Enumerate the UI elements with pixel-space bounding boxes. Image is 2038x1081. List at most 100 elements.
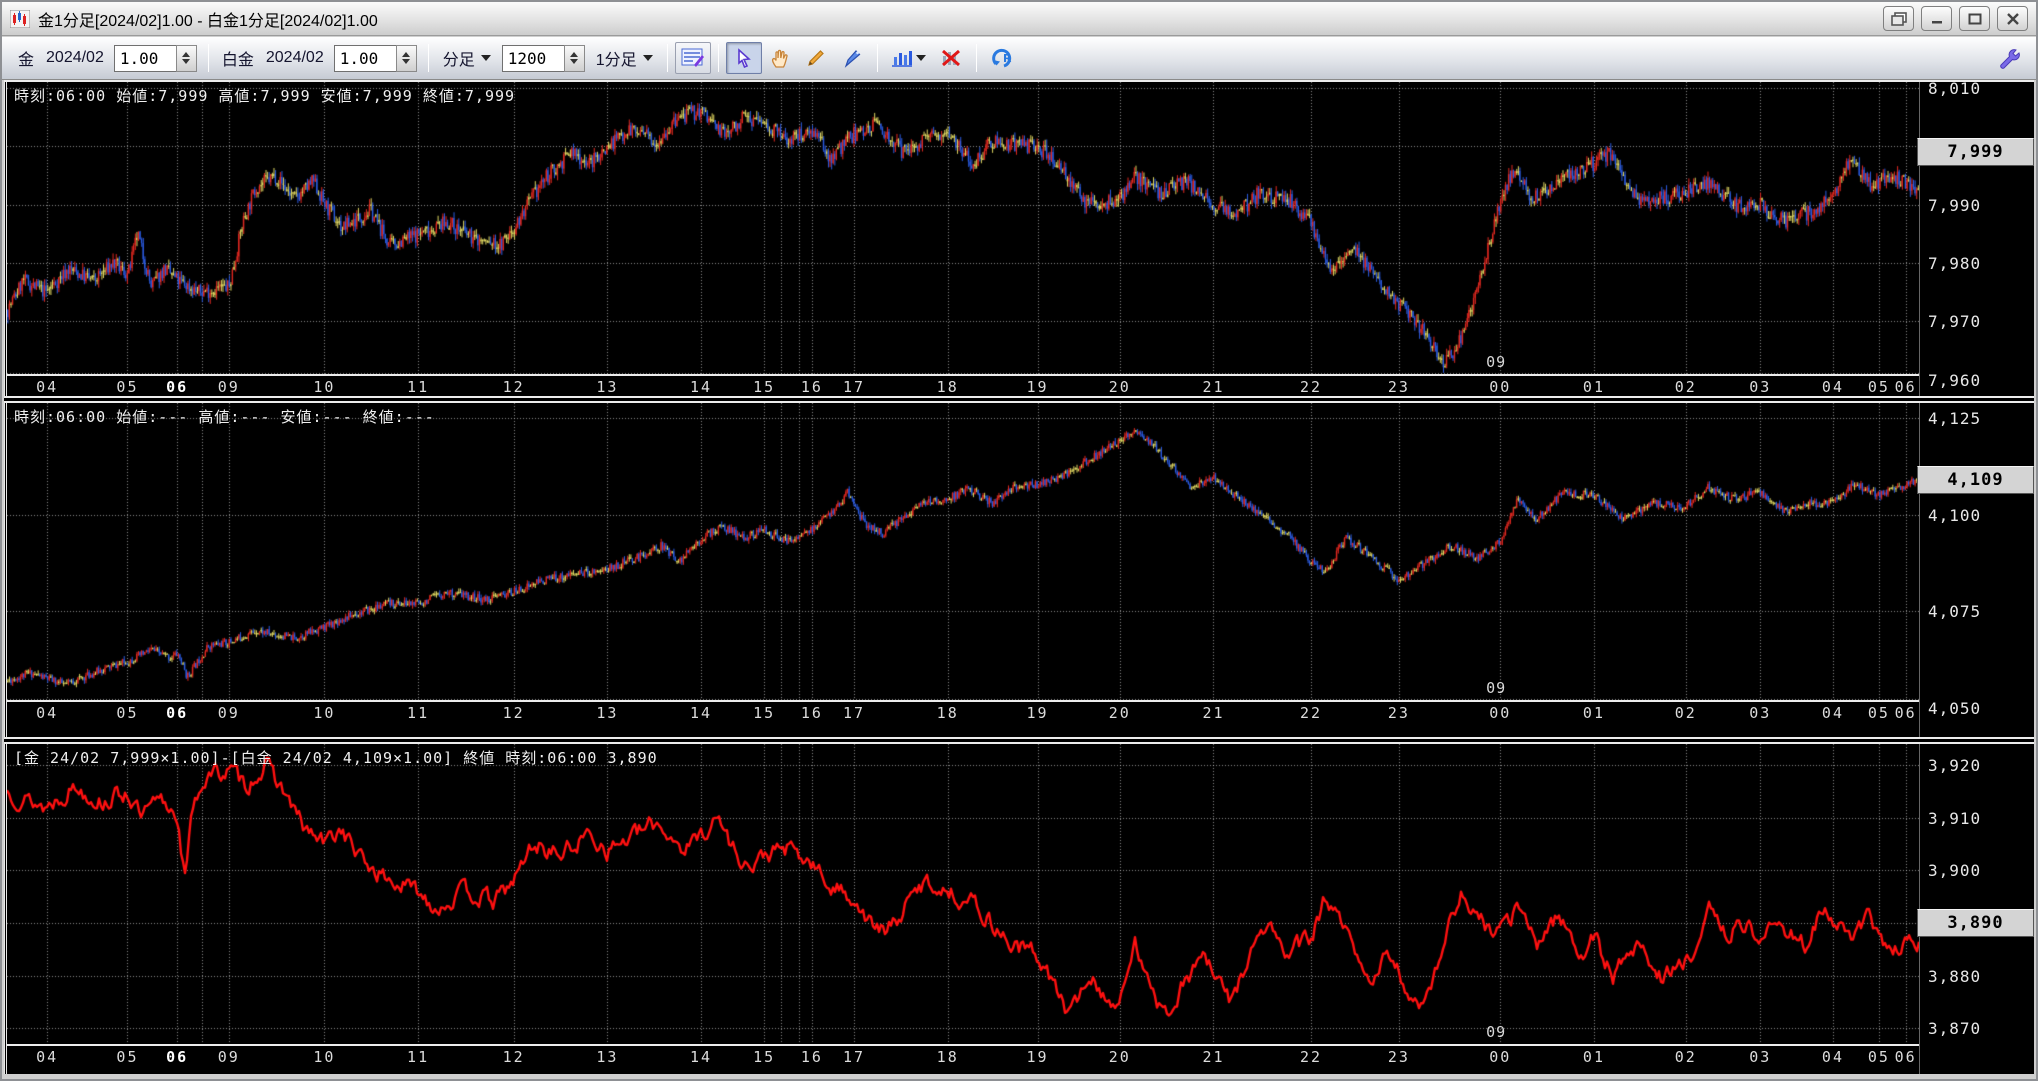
x-tick-label: 05 (1867, 378, 1890, 396)
x-tick-label: 12 (502, 704, 525, 722)
y-tick-label: 4,125 (1928, 409, 1982, 429)
platinum-candlestick-chart[interactable] (7, 403, 1919, 700)
gold-multiplier-input[interactable] (113, 44, 176, 72)
gold-label: 金 (18, 52, 35, 69)
x-tick-label: 21 (1202, 378, 1225, 396)
y-axis: 4,109 4,125 4,100 4,075 4,050 (1917, 403, 2034, 737)
y-tick-label: 7,990 (1928, 195, 1982, 215)
x-tick-label: 06 (1894, 1048, 1917, 1066)
y-tick-label: 3,900 (1928, 861, 1982, 881)
x-tick-label: 05 (1867, 704, 1890, 722)
draw-pencil-button[interactable] (798, 42, 834, 74)
x-tick-label: 01 (1582, 1048, 1605, 1066)
x-tick-label: 20 (1108, 1048, 1131, 1066)
refresh-button[interactable]: R (984, 42, 1020, 74)
gold-multiplier-stepper[interactable] (175, 44, 197, 72)
price-tag: 3,890 (1917, 908, 2034, 937)
toolbar: 金 2024/02 白金 2024/02 分足 1分足 (2, 37, 2036, 80)
x-tick-label: 17 (842, 1048, 866, 1066)
y-tick-label: 7,970 (1928, 312, 1982, 332)
x-tick-label: 04 (36, 1048, 59, 1066)
platinum-multiplier-input[interactable] (333, 44, 396, 72)
x-tick-label: 09 (217, 1048, 240, 1066)
x-axis: 04 05 06 09 10 11 12 13 14 15 16 17 18 19 20 21 22 23 00 01… (7, 1044, 1919, 1074)
x-tick-label: 21 (1202, 704, 1225, 722)
toolbar-separator (207, 44, 209, 72)
x-tick-label: 18 (936, 704, 959, 722)
clear-chart-button[interactable] (933, 42, 969, 74)
wrench-icon (1996, 47, 2020, 69)
x-tick-label: 05 (116, 704, 139, 722)
x-tick-label: 14 (690, 1048, 713, 1066)
spread-line-chart[interactable] (7, 744, 1919, 1044)
bar-chart-icon (891, 48, 913, 68)
y-tick-label: 3,870 (1928, 1019, 1982, 1039)
chart-settings-button[interactable] (674, 42, 711, 74)
date-label: 09 (1486, 679, 1507, 697)
maximize-button[interactable] (1959, 6, 1990, 31)
bar-count-stepper[interactable] (563, 44, 585, 72)
x-axis: 04 05 06 09 10 11 12 13 14 15 16 17 18 19 20 21 22 23 00 01… (7, 700, 1919, 737)
x-tick-label: 17 (842, 378, 866, 396)
x-tick-label: 09 (217, 704, 240, 722)
bar-count-input[interactable] (501, 44, 564, 72)
x-tick-label: 00 (1489, 1048, 1512, 1066)
x-tick-label: 00 (1489, 378, 1512, 396)
cascade-windows-button[interactable] (1883, 6, 1914, 31)
hand-icon (769, 47, 791, 69)
interval-dropdown[interactable]: 分足 (436, 42, 498, 74)
x-tick-label: 11 (407, 1048, 430, 1066)
x-tick-label: 18 (936, 378, 959, 396)
chart-panel-1: 時刻:06:00 始値:7,999 高値:7,999 安値:7,999 終値:7… (4, 78, 2034, 396)
y-tick-label: 4,050 (1928, 698, 1982, 718)
x-tick-label: 23 (1387, 704, 1410, 722)
x-tick-label: 04 (1821, 378, 1844, 396)
price-tag: 4,109 (1917, 466, 2034, 495)
panel-separator[interactable] (4, 396, 2034, 403)
draw-pen-button[interactable] (834, 42, 870, 74)
x-tick-label: 16 (800, 1048, 823, 1066)
x-tick-label: 04 (36, 704, 59, 722)
date-label: 09 (1486, 1023, 1507, 1041)
x-tick-label: 10 (313, 1048, 336, 1066)
toolbar-separator (876, 44, 878, 72)
app-window: 金1分足[2024/02]1.00 - 白金1分足[2024/02]1.00 金… (0, 0, 2038, 1081)
timeframe-dropdown[interactable]: 1分足 (589, 42, 660, 74)
cursor-tool-button[interactable] (725, 42, 762, 74)
minimize-button[interactable] (1921, 6, 1952, 31)
refresh-icon: R (990, 47, 1014, 69)
x-tick-label: 05 (116, 1048, 139, 1066)
x-tick-label: 06 (166, 704, 189, 722)
date-label: 09 (1486, 353, 1507, 371)
panel-separator[interactable] (4, 737, 2034, 744)
x-tick-label: 06 (1894, 378, 1917, 396)
x-tick-label: 13 (596, 704, 619, 722)
chart-panel-3: [金 24/02 7,999×1.00]-[白金 24/02 4,109×1.0… (4, 744, 2034, 1074)
y-tick-label: 4,075 (1928, 602, 1982, 622)
platinum-info-line: 時刻:06:00 始値:--- 高値:--- 安値:--- 終値:--- (14, 408, 435, 426)
x-tick-label: 04 (1821, 1048, 1844, 1066)
x-tick-label: 06 (166, 378, 189, 396)
toolbar-separator (427, 44, 429, 72)
y-tick-label: 8,010 (1928, 78, 1982, 98)
x-tick-label: 04 (1821, 704, 1844, 722)
platinum-multiplier-stepper[interactable] (395, 44, 417, 72)
pan-hand-button[interactable] (762, 42, 798, 74)
x-tick-label: 06 (166, 1048, 189, 1066)
x-tick-label: 02 (1674, 1048, 1697, 1066)
x-tick-label: 01 (1582, 704, 1605, 722)
x-tick-label: 22 (1299, 378, 1322, 396)
close-button[interactable] (1997, 6, 2028, 31)
platinum-label: 白金 (221, 52, 254, 69)
y-axis: 7,999 8,0108,0007,9907,9807,9707,960 (1917, 78, 2034, 396)
x-tick-label: 23 (1387, 1048, 1410, 1066)
settings-wrench-button[interactable] (1990, 42, 2026, 74)
y-tick-label: 3,910 (1928, 808, 1982, 828)
price-tag: 7,999 (1917, 138, 2034, 167)
x-tick-label: 22 (1299, 704, 1322, 722)
x-tick-label: 09 (217, 378, 240, 396)
gold-candlestick-chart[interactable] (7, 82, 1919, 374)
x-tick-label: 20 (1108, 378, 1131, 396)
chevron-down-icon (480, 55, 491, 61)
chart-type-button[interactable] (885, 42, 933, 74)
